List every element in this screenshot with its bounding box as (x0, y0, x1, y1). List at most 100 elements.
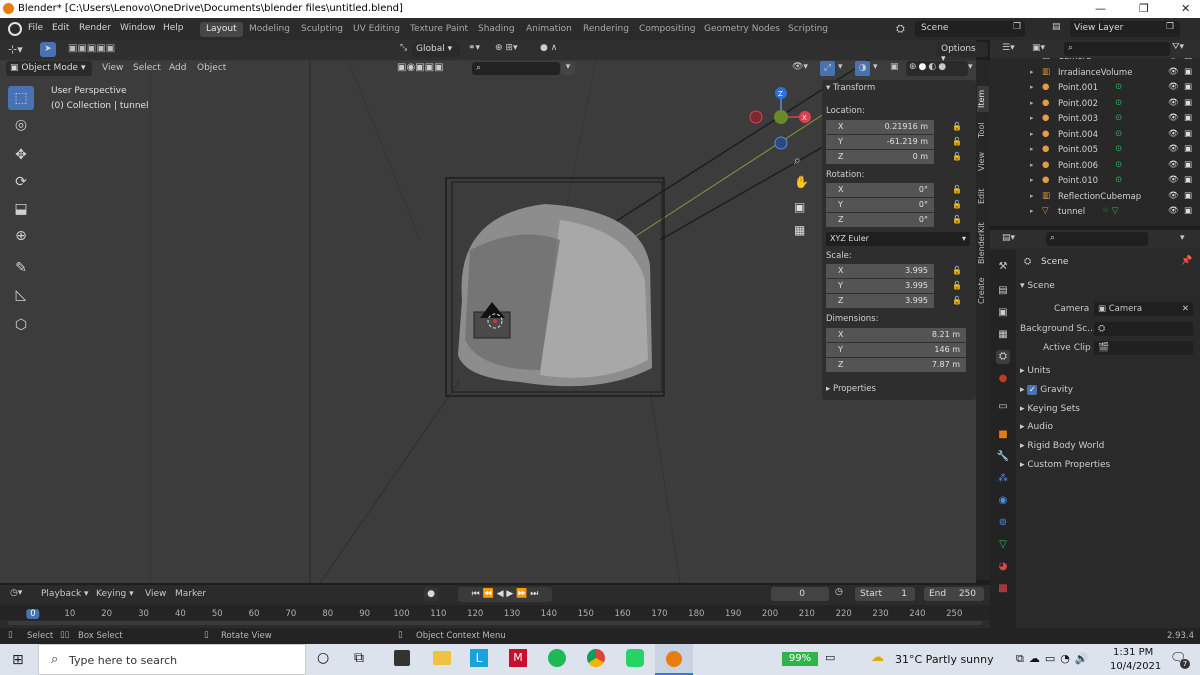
filter-icon[interactable]: ⛛▾ (1172, 42, 1184, 52)
options-button[interactable]: Options ▾ (936, 42, 988, 64)
shading-mode-icons[interactable]: ⊕●◐● (906, 61, 968, 76)
render-camera-icon[interactable]: ▣ (1184, 175, 1192, 185)
rotation-z-field[interactable]: Z 0° (826, 213, 934, 227)
measure-tool-icon[interactable]: ◺ (8, 283, 34, 307)
spotify-icon[interactable] (548, 649, 566, 667)
add-menu[interactable]: Add (169, 63, 186, 73)
gravity-panel[interactable]: ▸ ✓ Gravity (1020, 385, 1073, 395)
select-menu[interactable]: Select (133, 63, 161, 73)
mcafee-icon[interactable]: M (509, 649, 527, 667)
shading-dropdown-icon[interactable]: ▾ (968, 62, 973, 72)
location-y-field[interactable]: Y -61.219 m (826, 135, 934, 149)
properties-subpanel[interactable]: ▸ Properties (826, 384, 876, 394)
clock-icon[interactable]: ◷ (835, 587, 843, 597)
current-frame-field[interactable]: 0 (771, 587, 829, 601)
xray-icon[interactable]: ▣ (890, 62, 899, 72)
scene-panel-header[interactable]: ▾ Scene (1020, 281, 1055, 291)
end-frame-field[interactable]: End 250 (924, 587, 984, 601)
tab-sculpting[interactable]: Sculpting (295, 22, 349, 37)
outliner-editor-icon[interactable]: ☰▾ (1002, 43, 1015, 53)
pan-hand-icon[interactable]: ✋ (794, 175, 809, 189)
timeline-editor-icon[interactable]: ◷▾ (10, 588, 22, 598)
menu-file[interactable]: File (28, 23, 43, 33)
light-data-icon[interactable]: ⊙ (1115, 144, 1122, 154)
new-scene-icon[interactable]: ❐ (1013, 22, 1021, 32)
modifier-tab-icon[interactable]: 🔧 (996, 450, 1010, 464)
menu-window[interactable]: Window (120, 23, 156, 33)
navigation-gizmo[interactable]: Z X (745, 84, 820, 154)
visibility-icon[interactable]: 👁▾ (792, 62, 808, 72)
expand-icon[interactable]: ▸ (1030, 83, 1034, 91)
blender-menu-icon[interactable] (8, 22, 22, 36)
minimize-button[interactable]: — (1095, 2, 1106, 15)
light-data-icon[interactable]: ⊙ (1115, 82, 1122, 92)
store-icon[interactable] (394, 650, 410, 666)
scene-selector[interactable]: Scene (915, 21, 1025, 37)
mesh-data-icon[interactable]: ⁘ ▽ (1102, 206, 1118, 216)
proportional-edit-icon[interactable]: ● ∧ (540, 43, 557, 53)
pivot-icon[interactable]: ⚭▾ (468, 43, 480, 53)
tab-edit[interactable]: Edit (977, 184, 989, 208)
outliner-row[interactable]: ▸ ▽ tunnel 👁 ▣ ⁘ ▽ (990, 206, 1200, 220)
visibility-eye-icon[interactable]: 👁 (1168, 144, 1179, 154)
overlay-dropdown-icon[interactable]: ▾ (873, 62, 878, 72)
tab-animation[interactable]: Animation (520, 22, 578, 37)
outliner-row[interactable]: ▸ ● Point.006 👁 ▣ ⊙ (990, 160, 1200, 174)
menu-render[interactable]: Render (79, 23, 111, 33)
light-data-icon[interactable]: ⊙ (1115, 129, 1122, 139)
physics-tab-icon[interactable]: ◉ (996, 494, 1010, 508)
dimension-x-field[interactable]: X 8.21 m (826, 328, 966, 342)
render-camera-icon[interactable]: ▣ (1184, 82, 1192, 92)
app-l-icon[interactable]: L (470, 649, 488, 667)
camera-field[interactable]: ▣ Camera ✕ (1094, 302, 1193, 316)
cortana-icon[interactable]: ○ (317, 650, 329, 666)
move-tool-icon[interactable]: ✥ (8, 143, 34, 167)
visibility-eye-icon[interactable]: 👁 (1168, 160, 1179, 170)
menu-help[interactable]: Help (163, 23, 184, 33)
tool-tab-icon[interactable]: ⚒ (996, 260, 1010, 274)
snap-icon[interactable]: ⊕ ⊞▾ (495, 43, 517, 53)
outliner-row[interactable]: ▸ ● Point.002 👁 ▣ ⊙ (990, 98, 1200, 112)
tab-texture-paint[interactable]: Texture Paint (404, 22, 474, 37)
mode-dropdown[interactable]: ▣ Object Mode ▾ (6, 61, 92, 76)
tab-uv-editing[interactable]: UV Editing (347, 22, 406, 37)
view-layer-selector[interactable]: View Layer (1070, 21, 1180, 37)
background-scene-field[interactable]: ⛭ (1094, 322, 1193, 336)
view-layer-tab-icon[interactable]: ▦ (996, 328, 1010, 342)
render-camera-icon[interactable]: ▣ (1184, 129, 1192, 139)
lock-icon[interactable]: 🔓 (952, 215, 962, 224)
render-camera-icon[interactable]: ▣ (1184, 206, 1192, 216)
add-cube-tool-icon[interactable]: ⬡ (8, 313, 34, 337)
file-explorer-icon[interactable] (433, 651, 451, 665)
expand-icon[interactable]: ▸ (1030, 192, 1034, 200)
dimension-z-field[interactable]: Z 7.87 m (826, 358, 966, 372)
properties-search-input[interactable]: ⌕ (1046, 232, 1148, 246)
orientation-dropdown[interactable]: Global ▾ (412, 42, 460, 57)
visibility-eye-icon[interactable]: 👁 (1168, 67, 1179, 77)
new-view-layer-icon[interactable]: ❐ (1166, 22, 1174, 32)
units-panel[interactable]: ▸ Units (1020, 366, 1050, 376)
tab-layout[interactable]: Layout (200, 22, 243, 37)
visibility-eye-icon[interactable]: 👁 (1168, 191, 1179, 201)
output-tab-icon[interactable]: ▣ (996, 306, 1010, 320)
annotate-tool-icon[interactable]: ✎ (8, 256, 34, 280)
render-camera-icon[interactable]: ▣ (1184, 98, 1192, 108)
taskbar-search-box[interactable]: ⌕ Type here to search (38, 644, 306, 675)
gizmo-toggle-icon[interactable]: ⤢ (820, 61, 835, 76)
active-clip-field[interactable]: 🎬 (1094, 341, 1193, 355)
expand-icon[interactable]: ▸ (1030, 161, 1034, 169)
tab-compositing[interactable]: Compositing (633, 22, 701, 37)
marker-menu[interactable]: Marker (175, 589, 206, 599)
visibility-eye-icon[interactable]: 👁 (1168, 58, 1179, 61)
windows-start-icon[interactable]: ⊞ (12, 652, 24, 668)
overlay-toggle-icon[interactable]: ◑ (855, 61, 870, 76)
material-tab-icon[interactable]: ◕ (996, 560, 1010, 574)
dimension-y-field[interactable]: Y 146 m (826, 343, 966, 357)
visibility-eye-icon[interactable]: 👁 (1168, 129, 1179, 139)
render-tab-icon[interactable]: ▤ (996, 284, 1010, 298)
render-camera-icon[interactable]: ▣ (1184, 144, 1192, 154)
rotate-tool-icon[interactable]: ⟳ (8, 170, 34, 194)
outliner-row[interactable]: ▸ ▥ IrradianceVolume 👁 ▣ (990, 67, 1200, 81)
scene-tab-icon[interactable]: ⛭ (996, 350, 1010, 364)
visibility-eye-icon[interactable]: 👁 (1168, 113, 1179, 123)
